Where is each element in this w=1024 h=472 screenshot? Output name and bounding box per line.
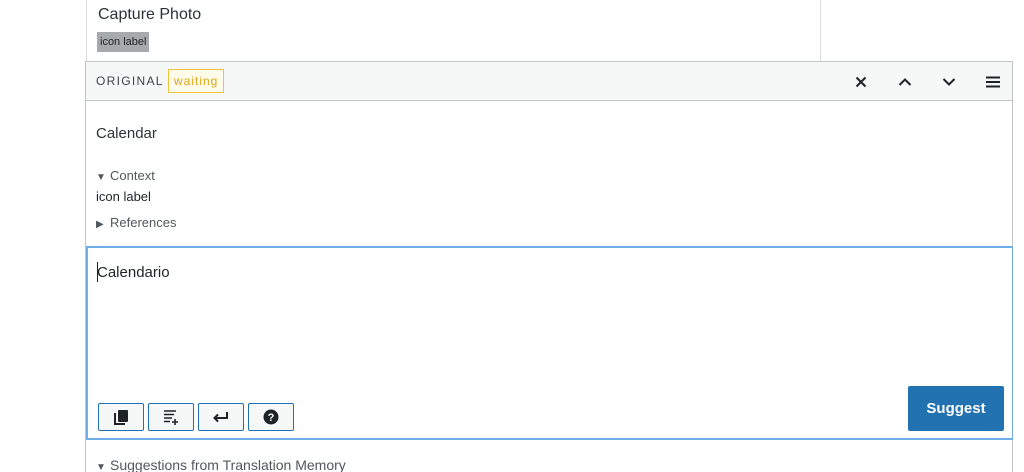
next-button[interactable]: [936, 69, 962, 95]
editor-toolbar: ORIGINAL waiting: [86, 61, 1012, 101]
status-badge: waiting: [168, 69, 225, 93]
previous-button[interactable]: [892, 69, 918, 95]
translation-memory-toggle-label: Suggestions from Translation Memory: [110, 457, 346, 472]
copy-icon: [114, 410, 128, 425]
translation-value: Calendario: [97, 264, 170, 281]
previous-row-tag: icon label: [97, 32, 150, 52]
references-toggle-label: References: [110, 215, 177, 230]
insert-original-icon: [164, 410, 178, 425]
text-caret: [97, 262, 98, 282]
original-string: Calendar: [96, 125, 157, 142]
help-icon: ?: [263, 409, 279, 425]
copy-original-button[interactable]: [98, 403, 144, 431]
triangle-down-icon: ▼: [96, 172, 106, 183]
right-gutter: [1013, 61, 1024, 472]
newline-icon: [213, 412, 228, 423]
triangle-right-icon: ▶: [96, 219, 104, 230]
context-toggle-label: Context: [110, 168, 155, 183]
menu-icon: [986, 76, 1000, 88]
close-button[interactable]: [848, 69, 874, 95]
insert-newline-button[interactable]: [198, 403, 244, 431]
original-label: ORIGINAL: [96, 74, 164, 88]
triangle-down-icon: ▼: [96, 462, 106, 472]
translation-textarea[interactable]: Calendario ? Suggest: [86, 246, 1014, 440]
chevron-down-icon: [942, 78, 956, 86]
svg-text:?: ?: [268, 412, 275, 424]
previous-row-title: Capture Photo: [98, 6, 202, 23]
menu-button[interactable]: [980, 69, 1006, 95]
references-toggle[interactable]: ▶ References: [96, 215, 176, 230]
chevron-up-icon: [898, 78, 912, 86]
insert-original-button[interactable]: [148, 403, 194, 431]
translation-editor: ORIGINAL waiting Calendar ▼ Context icon …: [85, 61, 1014, 472]
help-button[interactable]: ?: [248, 403, 294, 431]
context-value: icon label: [96, 189, 151, 204]
suggest-button[interactable]: Suggest: [908, 386, 1004, 431]
context-toggle[interactable]: ▼ Context: [96, 168, 155, 183]
column-divider: [820, 0, 821, 61]
previous-translation-row[interactable]: Capture Photo icon label: [86, 0, 1024, 61]
close-icon: [855, 76, 867, 88]
translation-memory-toggle[interactable]: ▼ Suggestions from Translation Memory: [96, 457, 346, 472]
